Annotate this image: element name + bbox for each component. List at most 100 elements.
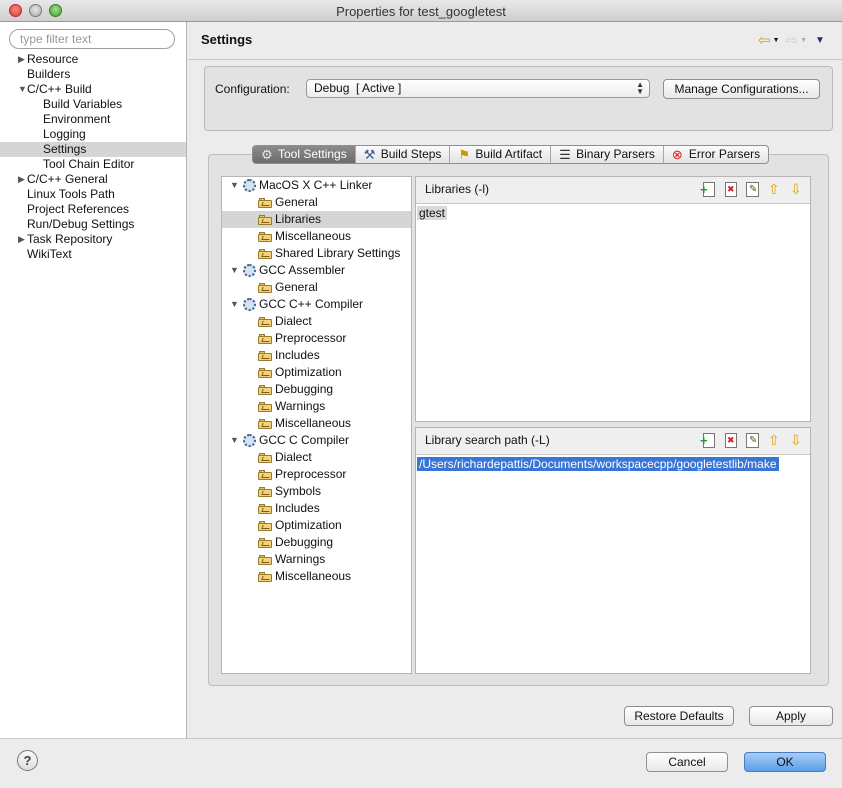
- tree-tool-node[interactable]: ▼ GCC Assembler: [222, 262, 411, 279]
- option-folder-icon: [258, 401, 272, 412]
- manage-configurations-button[interactable]: Manage Configurations...: [663, 79, 820, 99]
- tree-option-node[interactable]: Shared Library Settings: [222, 245, 411, 262]
- delete-icon[interactable]: [722, 432, 738, 448]
- sidebar-item-tool-chain-editor[interactable]: Tool Chain Editor: [0, 157, 186, 172]
- tree-option-node[interactable]: Optimization: [222, 364, 411, 381]
- collapsed-triangle-icon[interactable]: ▶: [18, 232, 25, 247]
- delete-icon[interactable]: [722, 181, 738, 197]
- expanded-triangle-icon[interactable]: ▼: [230, 262, 239, 279]
- tree-option-node[interactable]: Debugging: [222, 534, 411, 551]
- tree-option-node[interactable]: Preprocessor: [222, 330, 411, 347]
- sidebar-item-logging[interactable]: Logging: [0, 127, 186, 142]
- expanded-triangle-icon[interactable]: ▼: [230, 177, 239, 194]
- tab-build-steps[interactable]: ⚒ Build Steps: [356, 146, 451, 163]
- option-folder-icon: [258, 248, 272, 259]
- tree-option-node[interactable]: Miscellaneous: [222, 415, 411, 432]
- library-search-path-header: Library search path (-L): [416, 428, 810, 455]
- binary-parsers-icon: ☰: [559, 147, 571, 162]
- sidebar-item-settings[interactable]: Settings: [0, 142, 186, 157]
- tab-label: Error Parsers: [688, 147, 761, 161]
- add-icon[interactable]: [700, 181, 716, 197]
- cancel-button[interactable]: Cancel: [646, 752, 728, 772]
- option-folder-icon: [258, 520, 272, 531]
- tree-option-node[interactable]: Optimization: [222, 517, 411, 534]
- option-folder-icon: [258, 214, 272, 225]
- sidebar-item-environment[interactable]: Environment: [0, 112, 186, 127]
- configuration-value: Debug [ Active ]: [314, 81, 402, 95]
- tab-binary-parsers[interactable]: ☰ Binary Parsers: [551, 146, 664, 163]
- sidebar-item-project-references[interactable]: Project References: [0, 202, 186, 217]
- tree-tool-node[interactable]: ▼ MacOS X C++ Linker: [222, 177, 411, 194]
- move-down-icon[interactable]: [788, 181, 804, 197]
- edit-icon[interactable]: [744, 181, 760, 197]
- sidebar-item-label: Run/Debug Settings: [27, 217, 135, 231]
- tree-option-node[interactable]: General: [222, 194, 411, 211]
- tree-option-node[interactable]: Libraries: [222, 211, 411, 228]
- tab-label: Tool Settings: [278, 147, 347, 161]
- expanded-triangle-icon[interactable]: ▼: [18, 82, 27, 97]
- tree-option-node[interactable]: Preprocessor: [222, 466, 411, 483]
- filter-input[interactable]: [9, 29, 175, 49]
- ok-button[interactable]: OK: [744, 752, 826, 772]
- restore-defaults-button[interactable]: Restore Defaults: [624, 706, 734, 726]
- build-steps-icon: ⚒: [363, 147, 376, 162]
- sidebar-item-run-debug-settings[interactable]: Run/Debug Settings: [0, 217, 186, 232]
- tree-node-label: Debugging: [275, 382, 334, 396]
- move-down-icon[interactable]: [788, 432, 804, 448]
- expanded-triangle-icon[interactable]: ▼: [230, 296, 239, 313]
- option-folder-icon: [258, 486, 272, 497]
- forward-arrow-icon[interactable]: ⇨: [786, 31, 799, 49]
- sidebar-item-label: Tool Chain Editor: [43, 157, 135, 171]
- edit-icon[interactable]: [744, 432, 760, 448]
- move-up-icon[interactable]: [766, 181, 782, 197]
- forward-dropdown-icon[interactable]: ▼: [800, 37, 807, 44]
- tree-tool-node[interactable]: ▼ GCC C Compiler: [222, 432, 411, 449]
- sidebar-item-build-variables[interactable]: Build Variables: [0, 97, 186, 112]
- libraries-toolbar: [700, 181, 804, 197]
- collapsed-triangle-icon[interactable]: ▶: [18, 172, 25, 187]
- tree-option-node[interactable]: Dialect: [222, 313, 411, 330]
- back-arrow-icon[interactable]: ⇦: [758, 31, 771, 49]
- configuration-select[interactable]: Debug [ Active ] ▲ ▼: [306, 79, 650, 98]
- collapsed-triangle-icon[interactable]: ▶: [18, 52, 25, 67]
- sidebar-item-resource[interactable]: ▶ Resource: [0, 52, 186, 67]
- tree-option-node[interactable]: Debugging: [222, 381, 411, 398]
- option-folder-icon: [258, 333, 272, 344]
- apply-button[interactable]: Apply: [749, 706, 833, 726]
- sidebar-item-linux-tools-path[interactable]: Linux Tools Path: [0, 187, 186, 202]
- library-search-path-panel: Library search path (-L) /Users/richarde…: [415, 427, 811, 674]
- tree-option-node[interactable]: Dialect: [222, 449, 411, 466]
- tree-option-node[interactable]: General: [222, 279, 411, 296]
- library-path-entry[interactable]: /Users/richardepattis/Documents/workspac…: [417, 457, 779, 471]
- move-up-icon[interactable]: [766, 432, 782, 448]
- sidebar-item-c-c-general[interactable]: ▶ C/C++ General: [0, 172, 186, 187]
- tab-error-parsers[interactable]: ⊗ Error Parsers: [664, 146, 768, 163]
- tool-gear-icon: [243, 179, 256, 192]
- tree-option-node[interactable]: Warnings: [222, 551, 411, 568]
- option-folder-icon: [258, 469, 272, 480]
- sidebar-item-c-c-build[interactable]: ▼ C/C++ Build: [0, 82, 186, 97]
- tree-node-label: Symbols: [275, 484, 322, 498]
- tree-option-node[interactable]: Miscellaneous: [222, 228, 411, 245]
- back-dropdown-icon[interactable]: ▼: [773, 37, 780, 44]
- sidebar-item-task-repository[interactable]: ▶ Task Repository: [0, 232, 186, 247]
- add-icon[interactable]: [700, 432, 716, 448]
- sidebar-item-builders[interactable]: Builders: [0, 67, 186, 82]
- help-icon[interactable]: ?: [17, 750, 38, 771]
- tree-tool-node[interactable]: ▼ GCC C++ Compiler: [222, 296, 411, 313]
- tree-option-node[interactable]: Includes: [222, 347, 411, 364]
- error-parsers-icon: ⊗: [671, 147, 683, 162]
- property-page-nav: ▶ResourceBuilders▼C/C++ BuildBuild Varia…: [0, 22, 187, 738]
- tree-node-label: Optimization: [275, 365, 342, 379]
- tree-option-node[interactable]: Symbols: [222, 483, 411, 500]
- tree-option-node[interactable]: Includes: [222, 500, 411, 517]
- tree-option-node[interactable]: Miscellaneous: [222, 568, 411, 585]
- expanded-triangle-icon[interactable]: ▼: [230, 432, 239, 449]
- library-entry[interactable]: gtest: [417, 206, 448, 220]
- tree-node-label: Miscellaneous: [275, 229, 352, 243]
- tab-build-artifact[interactable]: ⚑ Build Artifact: [450, 146, 552, 163]
- tree-option-node[interactable]: Warnings: [222, 398, 411, 415]
- view-menu-icon[interactable]: ▼: [815, 35, 825, 46]
- tab-tool-settings[interactable]: ⚙ Tool Settings: [253, 146, 356, 163]
- sidebar-item-wikitext[interactable]: WikiText: [0, 247, 186, 262]
